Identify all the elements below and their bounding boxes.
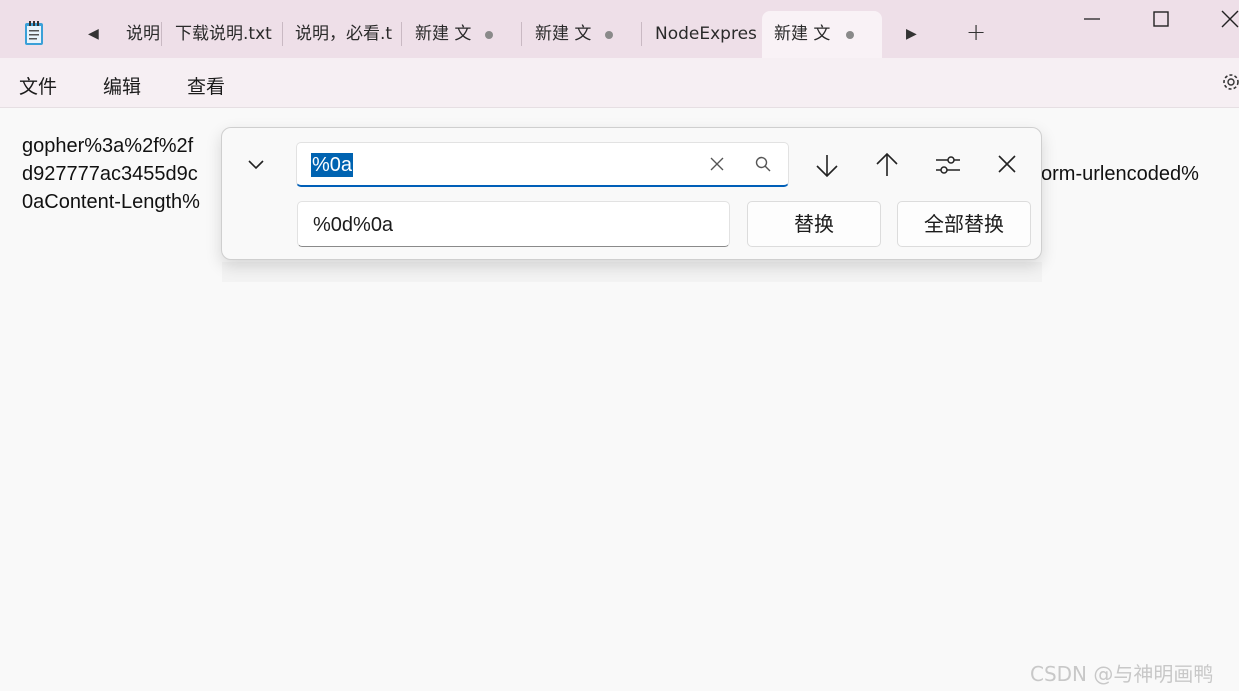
watermark: CSDN @与神明画鸭 (1030, 662, 1214, 686)
unsaved-dot-icon (485, 31, 493, 39)
tab-scroll-right-button[interactable]: ▶ (906, 26, 917, 42)
arrow-down-icon[interactable] (814, 152, 840, 180)
tab-label: 新建 文 (774, 24, 831, 44)
tab-2[interactable]: 下载说明.txt (163, 11, 281, 58)
options-sliders-icon[interactable] (934, 152, 962, 178)
title-bar: ◀ 说明 下载说明.txt 说明，必看.t 新建 文 新建 文 NodeExpr… (0, 0, 1239, 58)
editor-line-tail: orm-urlencoded% (1041, 163, 1199, 185)
settings-gear-icon[interactable] (1220, 71, 1239, 93)
chevron-down-icon[interactable] (244, 154, 268, 174)
tab-label: 下载说明.txt (175, 24, 272, 44)
tab-separator (641, 22, 642, 46)
search-icon[interactable] (754, 155, 772, 173)
find-panel-shadow (222, 262, 1042, 282)
tab-label: 说明 (126, 24, 160, 44)
unsaved-dot-icon (846, 31, 854, 39)
menu-edit[interactable]: 编辑 (103, 72, 141, 99)
menu-view[interactable]: 查看 (187, 72, 225, 99)
tab-3[interactable]: 说明，必看.t (283, 11, 399, 58)
notepad-icon (25, 21, 43, 45)
maximize-icon[interactable] (1141, 8, 1181, 32)
tab-separator (521, 22, 522, 46)
tab-1[interactable]: 说明 (114, 11, 160, 58)
replace-input[interactable]: %0d%0a (297, 201, 730, 247)
new-tab-button[interactable]: + (966, 18, 986, 46)
tab-4[interactable]: 新建 文 (403, 11, 521, 58)
tab-label: 说明，必看.t (295, 24, 393, 44)
close-find-icon[interactable] (996, 153, 1018, 175)
tab-6[interactable]: NodeExpress (643, 11, 757, 58)
tab-label: 新建 文 (535, 24, 592, 44)
menu-file[interactable]: 文件 (19, 72, 57, 99)
close-window-icon[interactable] (1210, 8, 1239, 32)
replace-input-value: %0d%0a (313, 214, 394, 236)
unsaved-dot-icon (605, 31, 613, 39)
find-replace-panel: %0a %0d%0a 替换 全部替换 (221, 127, 1042, 260)
tab-scroll-left-button[interactable]: ◀ (88, 26, 99, 42)
tab-7-active[interactable]: 新建 文 (762, 11, 882, 58)
tab-label: NodeExpress (655, 24, 757, 44)
minimize-icon[interactable] (1072, 8, 1112, 32)
clear-icon[interactable] (709, 156, 725, 172)
find-input[interactable]: %0a (296, 142, 789, 187)
tab-separator (161, 22, 162, 46)
arrow-up-icon[interactable] (874, 150, 900, 178)
menu-bar: 文件 编辑 查看 (0, 58, 1239, 108)
tab-5[interactable]: 新建 文 (523, 11, 641, 58)
tab-separator (401, 22, 402, 46)
replace-button[interactable]: 替换 (747, 201, 881, 247)
tab-label: 新建 文 (415, 24, 472, 44)
find-input-value: %0a (311, 153, 354, 177)
replace-all-button[interactable]: 全部替换 (897, 201, 1031, 247)
